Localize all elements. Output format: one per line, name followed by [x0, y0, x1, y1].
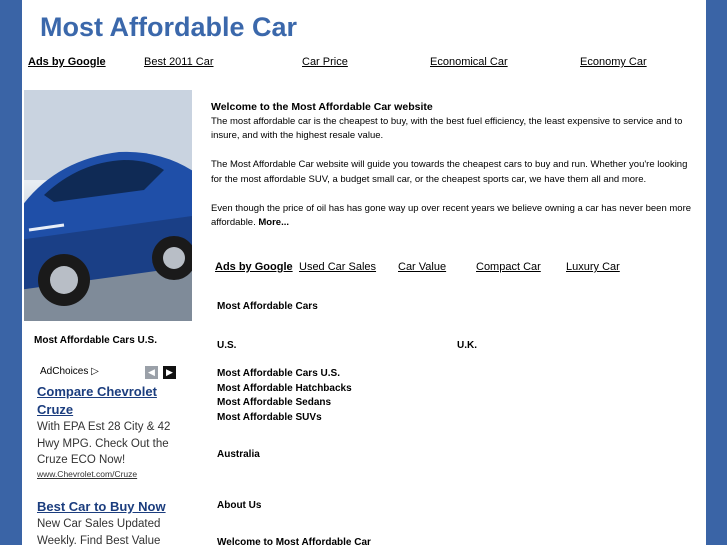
nav-link-economy-car[interactable]: Economy Car	[580, 56, 647, 68]
ad-title-compare-chevrolet-cruze[interactable]: Compare Chevrolet Cruze	[37, 383, 187, 419]
about-us-heading: About Us	[217, 500, 262, 511]
nav-link-compact-car[interactable]: Compact Car	[476, 261, 541, 273]
intro-paragraph-1: The most affordable car is the cheapest …	[211, 115, 683, 142]
blue-car-image	[24, 90, 192, 321]
ads-by-google-link[interactable]: Ads by Google	[28, 56, 106, 68]
region-heading-uk: U.K.	[457, 340, 477, 351]
car-photo	[24, 90, 192, 321]
list-item[interactable]: Most Affordable SUVs	[217, 411, 352, 426]
ad-text: With EPA Est 28 City & 42 Hwy MPG. Check…	[37, 421, 171, 466]
list-item[interactable]: Most Affordable Hatchbacks	[217, 382, 352, 397]
adchoices-text: AdChoices	[40, 366, 89, 377]
adchoices-label[interactable]: AdChoices ▷	[40, 366, 99, 377]
page: Most Affordable Car Ads by Google Best 2…	[22, 0, 706, 548]
ad-text: New Car Sales Updated Weekly. Find Best …	[37, 518, 161, 547]
region-heading-australia: Australia	[217, 449, 260, 460]
more-link[interactable]: More...	[258, 217, 289, 228]
list-item[interactable]: Most Affordable Sedans	[217, 396, 352, 411]
nav-link-best-2011-car[interactable]: Best 2011 Car	[144, 56, 214, 68]
nav-link-economical-car[interactable]: Economical Car	[430, 56, 508, 68]
nav-link-car-value[interactable]: Car Value	[398, 261, 446, 273]
welcome-link[interactable]: Welcome to Most Affordable Car	[217, 537, 371, 548]
section-heading: Most Affordable Cars	[217, 301, 318, 312]
ad-url[interactable]: www.Chevrolet.com/Cruze	[37, 469, 137, 479]
sidebar-heading[interactable]: Most Affordable Cars U.S.	[34, 335, 157, 346]
arrow-left-icon[interactable]: ◀	[145, 366, 158, 379]
site-title[interactable]: Most Affordable Car	[40, 10, 297, 44]
region-heading-us: U.S.	[217, 340, 237, 351]
us-link-list: Most Affordable Cars U.S. Most Affordabl…	[217, 367, 352, 425]
nav-link-used-car-sales[interactable]: Used Car Sales	[299, 261, 376, 273]
main-content: Welcome to the Most Affordable Car websi…	[211, 100, 701, 231]
nav-link-luxury-car[interactable]: Luxury Car	[566, 261, 620, 273]
intro-paragraph-3: Even though the price of oil has has gon…	[211, 202, 701, 231]
adchoices-icon: ▷	[91, 366, 99, 377]
welcome-title: Welcome to the Most Affordable Car websi…	[211, 101, 433, 113]
arrow-right-icon[interactable]: ▶	[163, 366, 176, 379]
left-frame	[0, 0, 22, 545]
ads-by-google-link[interactable]: Ads by Google	[215, 261, 293, 273]
intro-paragraph-2: The Most Affordable Car website will gui…	[211, 159, 688, 185]
top-nav: Ads by Google Best 2011 Car Car Price Ec…	[22, 56, 706, 70]
nav-link-car-price[interactable]: Car Price	[302, 56, 348, 68]
list-item[interactable]: Most Affordable Cars U.S.	[217, 367, 352, 382]
right-frame	[706, 0, 727, 545]
ad-title-best-car-to-buy-now[interactable]: Best Car to Buy Now	[37, 498, 187, 516]
